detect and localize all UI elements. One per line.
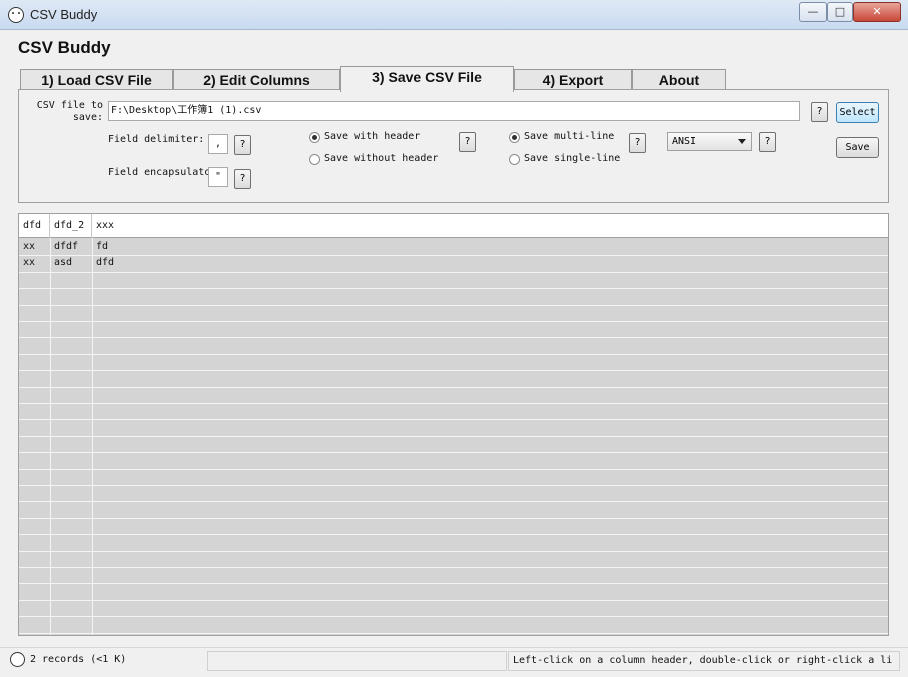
field-encapsulator-label: Field encapsulato bbox=[108, 167, 210, 178]
csv-file-label-line1: CSV file to bbox=[36, 100, 103, 111]
column-header-dfd[interactable]: dfd bbox=[19, 214, 50, 238]
save-with-header-radio[interactable] bbox=[309, 132, 320, 143]
save-single-line-label[interactable]: Save single-line bbox=[524, 153, 620, 164]
row-divider bbox=[19, 403, 888, 404]
grid-header: dfd dfd_2 xxx bbox=[19, 214, 888, 238]
row-divider bbox=[19, 419, 888, 421]
tab-about[interactable]: About bbox=[632, 69, 726, 91]
table-cell[interactable]: fd bbox=[92, 239, 108, 255]
window-title: CSV Buddy bbox=[30, 7, 98, 22]
save-with-header-label[interactable]: Save with header bbox=[324, 131, 420, 142]
tab-save-csv[interactable]: 3) Save CSV File bbox=[340, 66, 514, 92]
row-divider bbox=[19, 288, 888, 290]
save-button[interactable]: Save bbox=[836, 137, 879, 158]
save-multi-line-radio[interactable] bbox=[509, 132, 520, 143]
maximize-button[interactable]: □ bbox=[827, 2, 853, 22]
save-csv-panel: CSV file to save: F:\Desktop\工作簿1 (1).cs… bbox=[18, 89, 889, 203]
row-divider bbox=[19, 468, 888, 470]
save-without-header-radio[interactable] bbox=[309, 154, 320, 165]
csv-file-label-line2: save: bbox=[72, 112, 103, 123]
status-bar: 2 records (<1 K) Left-click on a column … bbox=[0, 647, 908, 677]
row-divider bbox=[19, 337, 888, 339]
table-cell[interactable]: xx bbox=[19, 239, 35, 255]
row-divider bbox=[19, 370, 888, 372]
row-divider bbox=[19, 485, 888, 486]
row-divider bbox=[19, 583, 888, 585]
row-divider bbox=[19, 435, 888, 437]
row-divider bbox=[19, 255, 888, 257]
encoding-value: ANSI bbox=[672, 136, 697, 147]
table-cell[interactable]: dfd bbox=[92, 255, 114, 271]
field-encapsulator-input[interactable]: " bbox=[208, 167, 228, 187]
row-divider bbox=[19, 271, 888, 273]
tab-export[interactable]: 4) Export bbox=[514, 69, 632, 91]
save-multi-line-label[interactable]: Save multi-line bbox=[524, 131, 614, 142]
window-titlebar: CSV Buddy — □ ✕ bbox=[0, 0, 908, 30]
column-header-xxx[interactable]: xxx bbox=[92, 214, 152, 238]
data-grid[interactable]: dfd dfd_2 xxx xx dfdf fd xx asd dfd bbox=[18, 213, 889, 636]
row-divider bbox=[19, 304, 888, 306]
status-hint: Left-click on a column header, double-cl… bbox=[508, 651, 900, 671]
save-without-header-label[interactable]: Save without header bbox=[324, 153, 438, 164]
encoding-help-button[interactable]: ? bbox=[759, 132, 776, 152]
column-header-dfd-2[interactable]: dfd_2 bbox=[50, 214, 92, 238]
tab-bar: 1) Load CSV File 2) Edit Columns 3) Save… bbox=[18, 66, 888, 92]
field-delimiter-label: Field delimiter: bbox=[108, 134, 205, 145]
file-help-button[interactable]: ? bbox=[811, 102, 828, 122]
close-button[interactable]: ✕ bbox=[853, 2, 901, 22]
app-smiley-icon bbox=[10, 652, 25, 667]
row-divider bbox=[19, 386, 888, 388]
row-divider bbox=[19, 599, 888, 601]
row-divider bbox=[19, 550, 888, 552]
app-smiley-icon bbox=[8, 7, 24, 23]
tab-edit-columns[interactable]: 2) Edit Columns bbox=[173, 69, 340, 91]
row-divider bbox=[19, 616, 888, 618]
tab-load-csv[interactable]: 1) Load CSV File bbox=[20, 69, 173, 91]
save-single-line-radio[interactable] bbox=[509, 154, 520, 165]
app-heading: CSV Buddy bbox=[18, 38, 111, 57]
line-help-button[interactable]: ? bbox=[629, 133, 646, 153]
table-cell[interactable]: asd bbox=[50, 255, 72, 271]
table-cell[interactable]: dfdf bbox=[50, 239, 78, 255]
row-divider bbox=[19, 452, 888, 454]
delimiter-help-button[interactable]: ? bbox=[234, 135, 251, 155]
row-divider bbox=[19, 353, 888, 355]
row-divider bbox=[19, 517, 888, 519]
row-divider bbox=[19, 632, 888, 634]
chevron-down-icon bbox=[738, 139, 746, 144]
csv-file-label: CSV file to save: bbox=[19, 100, 103, 124]
row-divider bbox=[19, 567, 888, 568]
select-file-button[interactable]: Select bbox=[836, 102, 879, 123]
encoding-select[interactable]: ANSI bbox=[667, 132, 752, 151]
row-divider bbox=[19, 321, 888, 322]
minimize-button[interactable]: — bbox=[799, 2, 827, 22]
table-cell[interactable]: xx bbox=[19, 255, 35, 271]
row-divider bbox=[19, 534, 888, 536]
status-spacer bbox=[207, 651, 507, 671]
csv-file-path-input[interactable]: F:\Desktop\工作簿1 (1).csv bbox=[108, 101, 800, 121]
field-delimiter-input[interactable]: , bbox=[208, 134, 228, 154]
status-records: 2 records (<1 K) bbox=[30, 654, 127, 665]
header-help-button[interactable]: ? bbox=[459, 132, 476, 152]
column-divider bbox=[92, 238, 93, 635]
row-divider bbox=[19, 501, 888, 503]
encapsulator-help-button[interactable]: ? bbox=[234, 169, 251, 189]
column-divider bbox=[50, 238, 51, 635]
